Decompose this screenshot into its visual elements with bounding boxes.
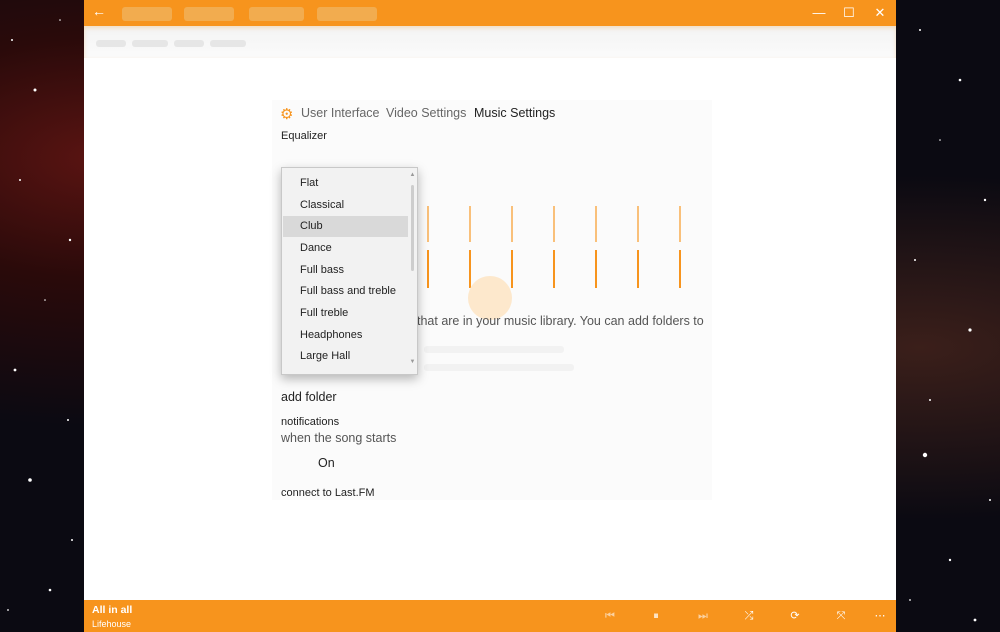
dropdown-option[interactable]: Classical bbox=[283, 195, 408, 216]
dropdown-option[interactable]: Full bass and treble bbox=[283, 281, 408, 302]
eq-slider-top[interactable] bbox=[637, 206, 639, 242]
equalizer-preset-dropdown[interactable]: Flat Classical Club Dance Full bass Full… bbox=[281, 167, 418, 375]
equalizer-label: Equalizer bbox=[281, 130, 327, 142]
blurred-breadcrumb[interactable] bbox=[96, 40, 126, 47]
eq-slider-top[interactable] bbox=[427, 206, 429, 242]
breadcrumb-bar bbox=[84, 26, 896, 58]
shuffle-icon[interactable]: ⤮ bbox=[740, 608, 758, 624]
blurred-nav-tab[interactable] bbox=[249, 7, 304, 21]
more-options-icon[interactable]: ⋯ bbox=[871, 608, 889, 624]
song-starts-label: when the song starts bbox=[281, 431, 397, 445]
eq-slider-top[interactable] bbox=[553, 206, 555, 242]
dropdown-option[interactable]: Large Hall bbox=[283, 346, 408, 367]
dropdown-option[interactable]: Headphones bbox=[283, 325, 408, 346]
minimize-button[interactable]: — bbox=[804, 2, 834, 24]
tab-music-settings[interactable]: Music Settings bbox=[474, 106, 555, 120]
blurred-nav-tab[interactable] bbox=[317, 7, 377, 21]
blurred-breadcrumb[interactable] bbox=[132, 40, 168, 47]
back-arrow-icon[interactable]: ← bbox=[92, 3, 106, 19]
library-description: that are in your music library. You can … bbox=[417, 314, 704, 328]
eq-slider-bottom[interactable] bbox=[595, 250, 597, 288]
eq-slider-bottom[interactable] bbox=[637, 250, 639, 288]
blurred-breadcrumb[interactable] bbox=[174, 40, 204, 47]
eq-slider-top[interactable] bbox=[511, 206, 513, 242]
faded-text bbox=[424, 364, 574, 371]
eq-slider-top[interactable] bbox=[469, 206, 471, 242]
pause-icon[interactable]: ⏸ bbox=[647, 608, 665, 624]
blurred-nav-tab[interactable] bbox=[184, 7, 234, 21]
blurred-breadcrumb[interactable] bbox=[210, 40, 246, 47]
app-window: ← — ☐ ✕ ⚙ User Interface Video Settings … bbox=[84, 0, 896, 632]
eq-slider-bottom[interactable] bbox=[553, 250, 555, 288]
eq-slider-bottom[interactable] bbox=[679, 250, 681, 288]
faded-text bbox=[424, 346, 564, 353]
repeat-icon[interactable]: ⟳ bbox=[786, 608, 804, 624]
song-artist[interactable]: Lifehouse bbox=[92, 619, 131, 629]
close-button[interactable]: ✕ bbox=[865, 2, 895, 24]
dropdown-option[interactable]: Dance bbox=[283, 238, 408, 259]
maximize-button[interactable]: ☐ bbox=[834, 2, 864, 24]
scroll-up-icon[interactable]: ▲ bbox=[409, 172, 416, 178]
fullscreen-icon[interactable]: ⤧ bbox=[832, 608, 850, 624]
eq-slider-top[interactable] bbox=[595, 206, 597, 242]
eq-slider-bottom[interactable] bbox=[427, 250, 429, 288]
eq-slider-bottom[interactable] bbox=[469, 250, 471, 288]
eq-slider-top[interactable] bbox=[679, 206, 681, 242]
previous-icon[interactable]: ⏮ bbox=[601, 608, 619, 624]
notification-toggle[interactable]: On bbox=[318, 456, 335, 470]
title-bar: ← — ☐ ✕ bbox=[84, 0, 896, 26]
scrollbar-thumb[interactable] bbox=[411, 185, 414, 271]
scroll-down-icon[interactable]: ▼ bbox=[409, 359, 416, 365]
tab-video-settings[interactable]: Video Settings bbox=[386, 106, 466, 120]
blurred-nav-tab[interactable] bbox=[122, 7, 172, 21]
eq-slider-bottom[interactable] bbox=[511, 250, 513, 288]
tab-user-interface[interactable]: User Interface bbox=[301, 106, 380, 120]
gear-icon: ⚙ bbox=[280, 106, 294, 123]
now-playing-bar: All in all Lifehouse ⏮ ⏸ ⏭ ⤮ ⟳ ⤧ ⋯ bbox=[84, 600, 896, 632]
dropdown-option[interactable]: Full treble bbox=[283, 303, 408, 324]
add-folder-button[interactable]: add folder bbox=[281, 390, 337, 404]
lastfm-connect-link[interactable]: connect to Last.FM bbox=[281, 487, 375, 499]
song-title[interactable]: All in all bbox=[92, 604, 132, 616]
dropdown-option[interactable]: Flat bbox=[283, 173, 408, 194]
dropdown-option-selected[interactable]: Club bbox=[283, 216, 408, 237]
dropdown-scrollbar[interactable]: ▲ ▼ bbox=[409, 169, 416, 371]
notifications-label: notifications bbox=[281, 416, 340, 428]
next-icon[interactable]: ⏭ bbox=[694, 608, 712, 624]
dropdown-option[interactable]: Full bass bbox=[283, 260, 408, 281]
